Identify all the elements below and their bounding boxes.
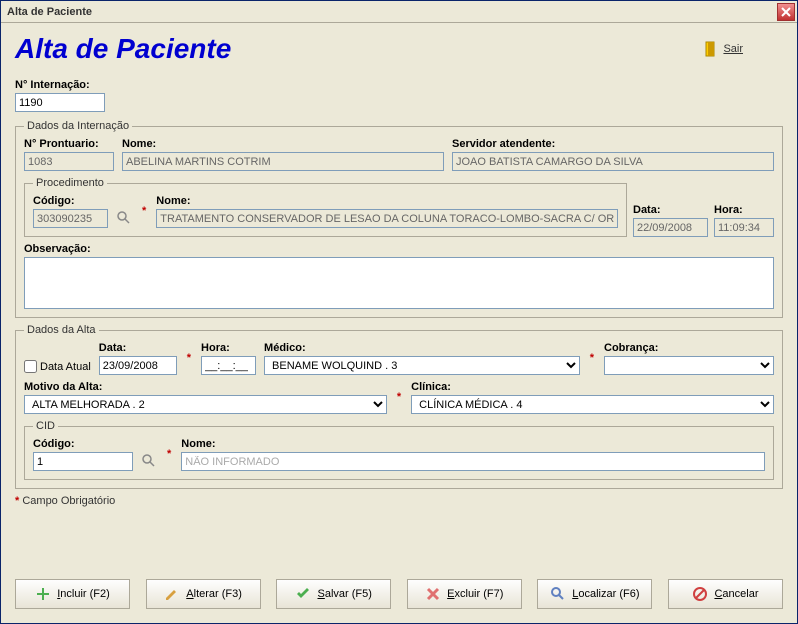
observacao-label: Observação: bbox=[24, 243, 774, 255]
sair-label: Sair bbox=[723, 43, 743, 55]
data-atual-checkbox[interactable] bbox=[24, 360, 37, 373]
close-button[interactable] bbox=[777, 3, 795, 21]
page-title: Alta de Paciente bbox=[15, 33, 231, 65]
cancelar-label: Cancelar bbox=[714, 588, 758, 600]
nome-paciente-input bbox=[122, 152, 444, 171]
clinica-select[interactable]: CLÍNICA MÉDICA . 4 bbox=[411, 395, 774, 414]
exit-icon bbox=[705, 41, 719, 57]
motivo-label: Motivo da Alta: bbox=[24, 381, 387, 393]
servidor-label: Servidor atendente: bbox=[452, 138, 774, 150]
nome-paciente-label: Nome: bbox=[122, 138, 444, 150]
excluir-button[interactable]: Excluir (F7) bbox=[407, 579, 522, 609]
excluir-label: Excluir (F7) bbox=[447, 588, 503, 600]
medico-select[interactable]: BENAME WOLQUIND . 3 bbox=[264, 356, 580, 375]
titlebar: Alta de Paciente bbox=[1, 1, 797, 23]
alta-data-label: Data: bbox=[99, 342, 177, 354]
asterisk: * bbox=[590, 352, 594, 366]
alta-hora-input[interactable] bbox=[201, 356, 256, 375]
asterisk: * bbox=[397, 391, 401, 405]
alterar-label: Alterar (F3) bbox=[186, 588, 242, 600]
cancelar-button[interactable]: Cancelar bbox=[668, 579, 783, 609]
asterisk: * bbox=[187, 352, 191, 366]
incluir-button[interactable]: Incluir (F2) bbox=[15, 579, 130, 609]
motivo-select[interactable]: ALTA MELHORADA . 2 bbox=[24, 395, 387, 414]
int-data-label: Data: bbox=[633, 204, 708, 216]
cid-codigo-label: Código: bbox=[33, 438, 133, 450]
pencil-icon bbox=[164, 586, 180, 602]
required-note: * Campo Obrigatório bbox=[15, 495, 783, 507]
dados-alta-fieldset: Dados da Alta Data Atual Data: * Hora: M… bbox=[15, 324, 783, 489]
medico-label: Médico: bbox=[264, 342, 580, 354]
alta-hora-label: Hora: bbox=[201, 342, 256, 354]
proc-nome-input bbox=[156, 209, 618, 228]
int-hora-input bbox=[714, 218, 774, 237]
cancel-icon bbox=[692, 586, 708, 602]
check-icon bbox=[295, 586, 311, 602]
search-icon bbox=[550, 586, 566, 602]
cid-nome-input bbox=[181, 452, 765, 471]
prontuario-label: N° Prontuario: bbox=[24, 138, 114, 150]
clinica-label: Clínica: bbox=[411, 381, 774, 393]
delete-icon bbox=[425, 586, 441, 602]
alta-data-input[interactable] bbox=[99, 356, 177, 375]
proc-nome-label: Nome: bbox=[156, 195, 618, 207]
proc-codigo-label: Código: bbox=[33, 195, 108, 207]
close-icon bbox=[781, 7, 791, 17]
observacao-textarea[interactable] bbox=[24, 257, 774, 309]
window-title: Alta de Paciente bbox=[3, 6, 92, 18]
plus-icon bbox=[35, 586, 51, 602]
localizar-button[interactable]: Localizar (F6) bbox=[537, 579, 652, 609]
cid-search-icon[interactable] bbox=[141, 453, 157, 469]
asterisk: * bbox=[167, 448, 171, 462]
asterisk: * bbox=[142, 205, 146, 219]
int-hora-label: Hora: bbox=[714, 204, 774, 216]
salvar-label: Salvar (F5) bbox=[317, 588, 371, 600]
internacao-label: N° Internação: bbox=[15, 79, 783, 91]
salvar-button[interactable]: Salvar (F5) bbox=[276, 579, 391, 609]
procedimento-fieldset: Procedimento Código: * Nome: bbox=[24, 177, 627, 237]
proc-codigo-input bbox=[33, 209, 108, 228]
cobranca-select[interactable] bbox=[604, 356, 774, 375]
dados-internacao-fieldset: Dados da Internação N° Prontuario: Nome:… bbox=[15, 120, 783, 318]
prontuario-input bbox=[24, 152, 114, 171]
alterar-button[interactable]: Alterar (F3) bbox=[146, 579, 261, 609]
servidor-input bbox=[452, 152, 774, 171]
cobranca-label: Cobrança: bbox=[604, 342, 774, 354]
cid-legend: CID bbox=[33, 420, 58, 432]
dados-alta-legend: Dados da Alta bbox=[24, 324, 99, 336]
sair-link[interactable]: Sair bbox=[705, 41, 743, 57]
int-data-input bbox=[633, 218, 708, 237]
cid-codigo-input[interactable] bbox=[33, 452, 133, 471]
procedimento-legend: Procedimento bbox=[33, 177, 107, 189]
dados-internacao-legend: Dados da Internação bbox=[24, 120, 132, 132]
localizar-label: Localizar (F6) bbox=[572, 588, 639, 600]
incluir-label: Incluir (F2) bbox=[57, 588, 110, 600]
proc-search-icon[interactable] bbox=[116, 210, 132, 226]
cid-fieldset: CID Código: * Nome: bbox=[24, 420, 774, 480]
internacao-input[interactable] bbox=[15, 93, 105, 112]
cid-nome-label: Nome: bbox=[181, 438, 765, 450]
data-atual-label: Data Atual bbox=[40, 361, 91, 373]
